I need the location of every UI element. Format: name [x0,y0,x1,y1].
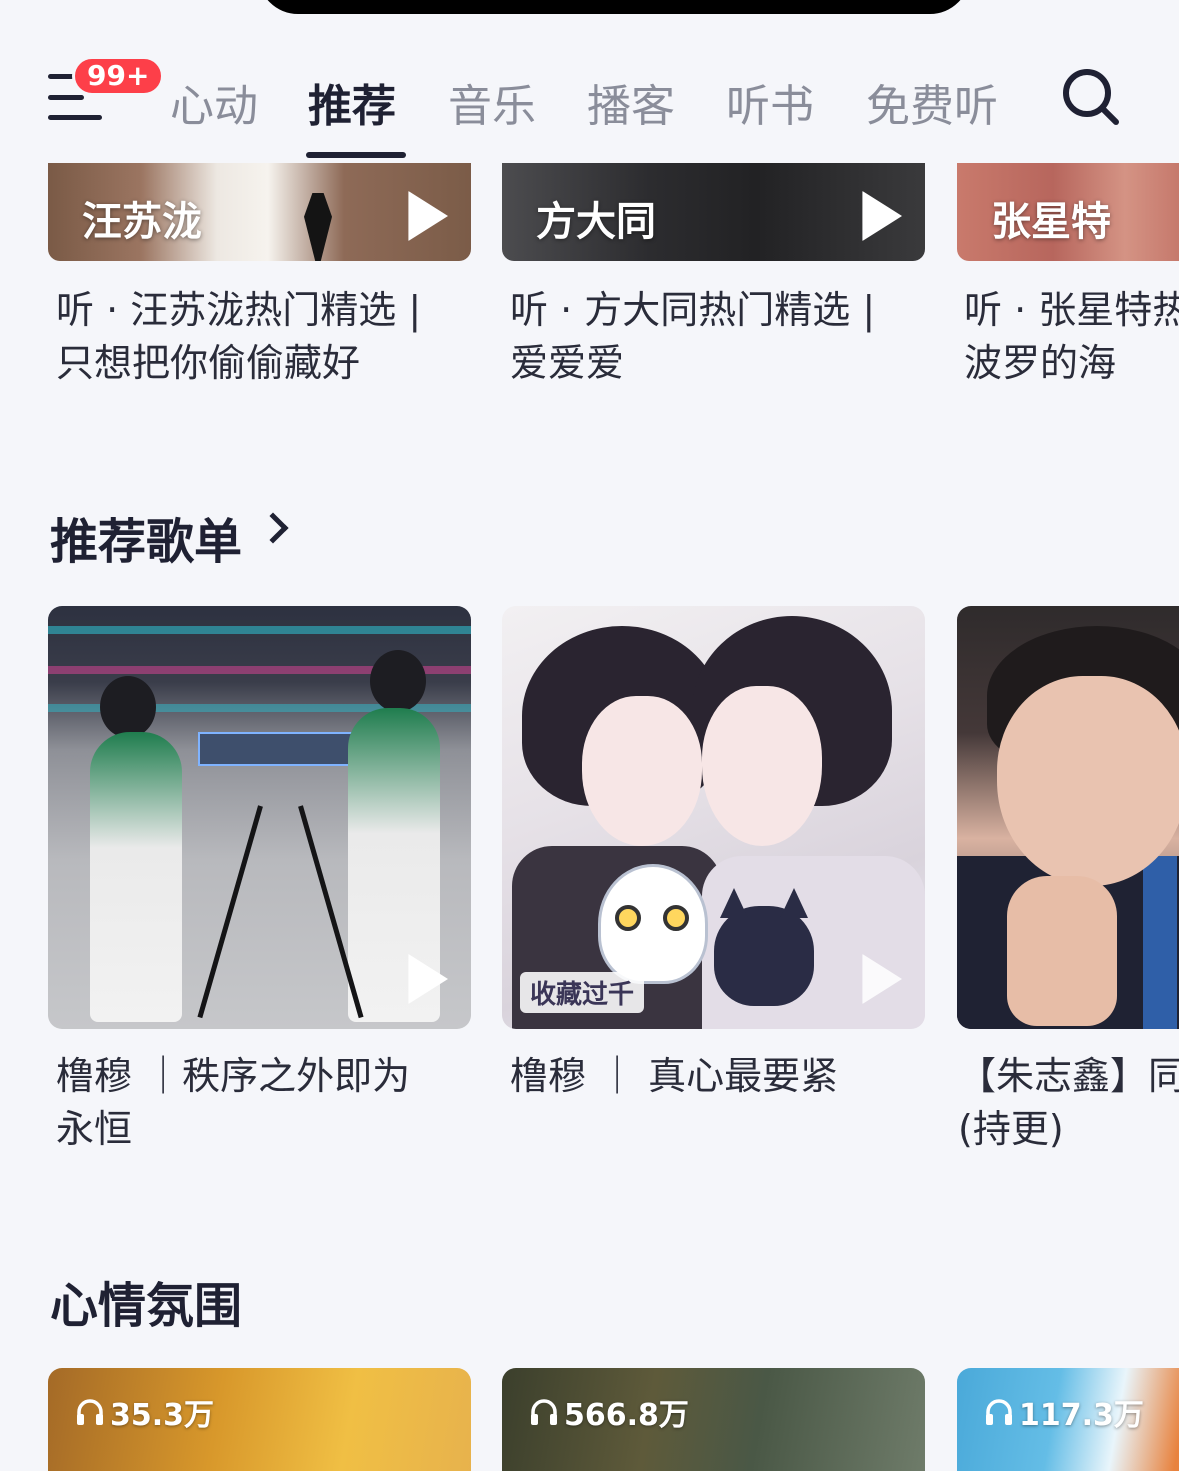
top-nav-bar: 99+ 心动 推荐 音乐 播客 听书 免费听 [0,0,1179,165]
card-title-line: 橹穆 ｜ 真心最要紧 [510,1054,839,1098]
card-title-line: 听 · 汪苏泷热门精选 | [56,288,422,332]
tab-free-listen[interactable]: 免费听 [866,70,998,134]
card-title-line: 听 · 张星特热 [964,288,1179,332]
search-button[interactable] [1060,66,1120,126]
cover-art-detail [198,732,368,766]
cover-art-detail [1143,856,1177,1029]
cover-art-detail [48,626,471,634]
artist-card-cover[interactable]: 方大同 [502,163,925,261]
artist-name: 张星特 [991,199,1111,245]
play-count-value: 35.3万 [110,1398,215,1433]
card-title-line: (持更) [958,1107,1064,1151]
mood-playlist-tile[interactable]: 35.3万 [48,1368,471,1471]
artist-card-title[interactable]: 听 · 方大同热门精选 | 爱爱爱 [510,284,875,390]
headphones-icon [77,1399,103,1425]
notification-badge: 99+ [72,56,165,96]
chevron-right-icon[interactable] [257,512,289,544]
card-title-line: 橹穆 ｜秩序之外即为 [56,1054,411,1098]
artist-name: 方大同 [536,199,656,245]
menu-icon-line [48,95,84,100]
card-title-line: 爱爱爱 [510,341,625,385]
cover-art-detail [197,805,263,1019]
cover-art-detail [702,686,822,846]
tab-podcast[interactable]: 播客 [587,70,675,134]
menu-icon [48,74,74,79]
card-title-line: 听 · 方大同热门精选 | [510,288,876,332]
cover-art-detail [615,905,641,931]
section-title-playlists[interactable]: 推荐歌单 [50,502,242,572]
playlist-cover[interactable]: 收藏过千 [502,606,925,1029]
card-title-line: 永恒 [56,1107,133,1151]
artist-card-title[interactable]: 听 · 汪苏泷热门精选 | 只想把你偷偷藏好 [56,284,421,390]
cover-art-detail [663,905,689,931]
tab-xindong[interactable]: 心动 [170,70,258,134]
play-count: 566.8万 [528,1392,689,1433]
active-tab-indicator [306,152,406,158]
cover-art-detail [304,193,332,261]
menu-icon-line [48,115,102,120]
playlist-title[interactable]: 橹穆 ｜ 真心最要紧 [510,1050,838,1103]
section-title-mood: 心情氛围 [50,1278,243,1334]
play-icon[interactable] [862,191,902,241]
cover-art-detail [370,650,426,712]
cover-art-detail [582,696,702,846]
cover-art-detail [100,676,156,738]
search-icon [1063,69,1119,125]
artist-name: 汪苏泷 [82,199,202,245]
cover-art-detail [90,732,182,1022]
playlist-title[interactable]: 橹穆 ｜秩序之外即为 永恒 [56,1050,410,1156]
artist-card-cover[interactable]: 汪苏泷 [48,163,471,261]
card-title-line: 波罗的海 [964,341,1117,385]
mood-playlist-tile[interactable]: 117.3万 [957,1368,1179,1471]
play-count-value: 117.3万 [1019,1398,1144,1433]
playlist-title[interactable]: 【朱志鑫】同 (持更) [958,1050,1179,1156]
cover-art-detail [1007,876,1117,1026]
artist-card-cover[interactable]: 张星特 [957,163,1179,261]
playlist-cover[interactable] [957,606,1179,1029]
card-title-line: 只想把你偷偷藏好 [56,341,361,385]
play-count: 35.3万 [74,1392,215,1433]
cover-art-detail [598,864,708,984]
cover-art-detail [997,676,1179,886]
tab-audiobook[interactable]: 听书 [726,70,814,134]
tab-recommend[interactable]: 推荐 [308,70,396,134]
card-title-line: 【朱志鑫】同 [958,1054,1179,1098]
playlist-cover[interactable] [48,606,471,1029]
headphones-icon [531,1399,557,1425]
play-count-value: 566.8万 [564,1398,689,1433]
play-icon[interactable] [408,191,448,241]
mood-playlist-tile[interactable]: 566.8万 [502,1368,925,1471]
play-count: 117.3万 [983,1392,1144,1433]
headphones-icon [986,1399,1012,1425]
artist-card-title[interactable]: 听 · 张星特热 波罗的海 [964,284,1179,390]
cover-art-detail [714,888,814,1006]
favorites-tag: 收藏过千 [520,972,645,1013]
tab-music[interactable]: 音乐 [448,70,536,134]
